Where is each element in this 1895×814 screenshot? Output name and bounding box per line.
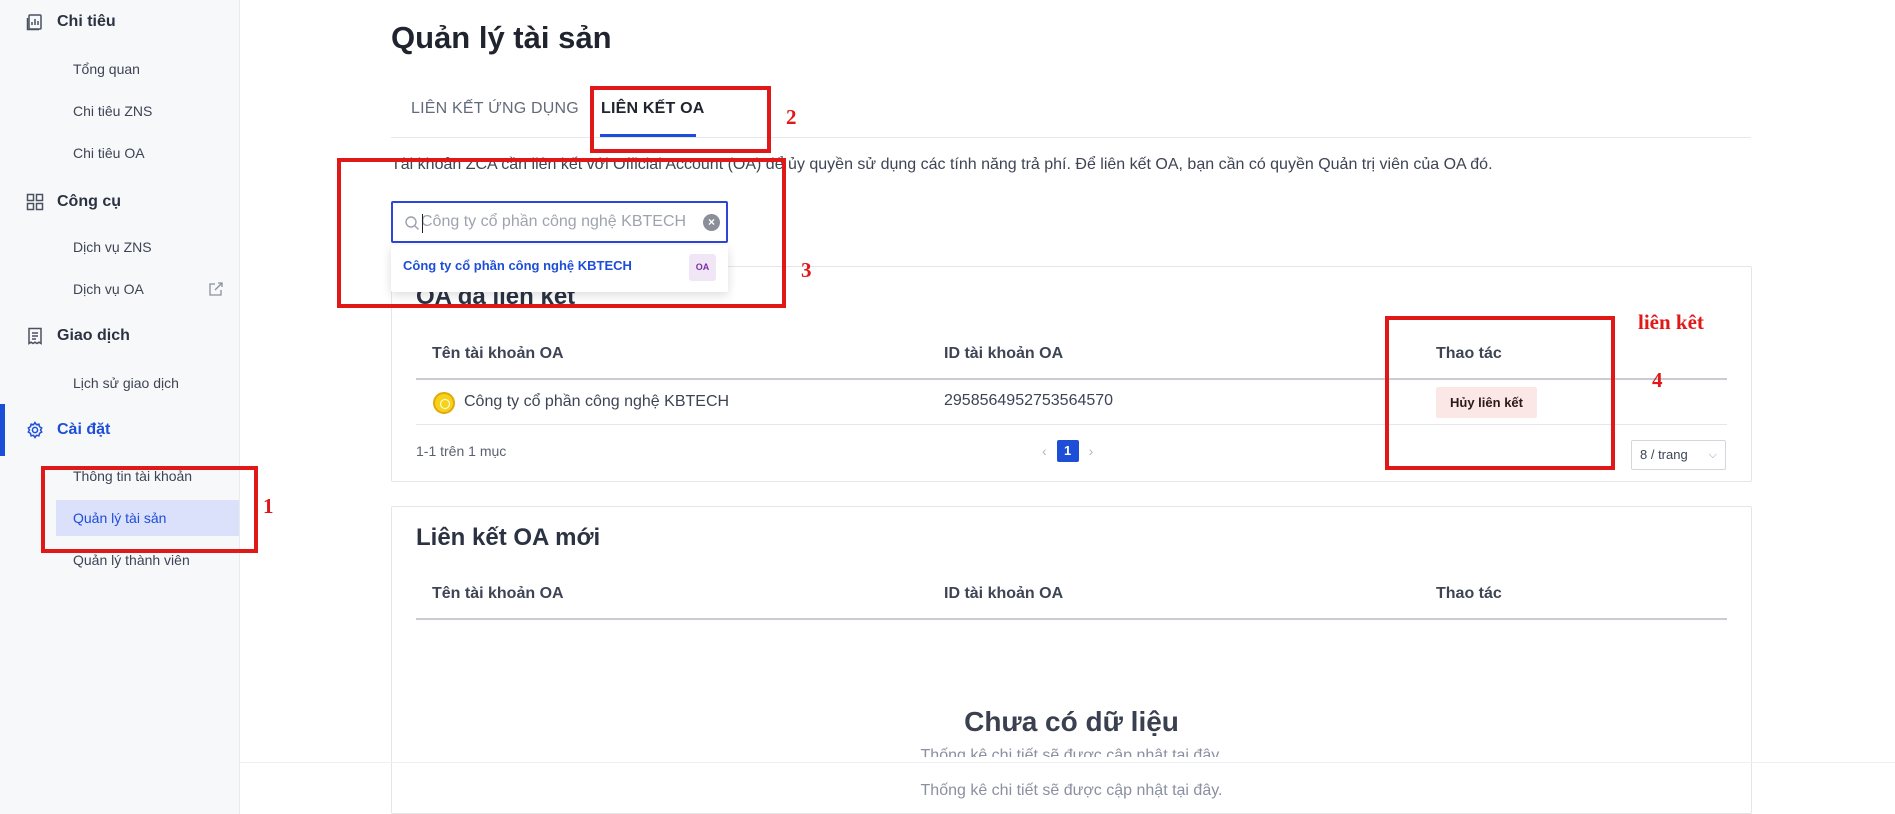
sidebar-item-label: Dịch vụ OA — [73, 281, 144, 297]
tab-app-link[interactable]: LIÊN KẾT ỨNG DỤNG — [411, 100, 579, 118]
column-header-actions: Thao tác — [1436, 585, 1502, 602]
annotation-number-1: 1 — [263, 494, 274, 518]
new-oa-link-card: Liên kết OA mới Tên tài khoản OA ID tài … — [391, 506, 1752, 814]
sidebar-item-oa-spending[interactable]: Chi tiêu OA — [56, 135, 240, 171]
table-header-divider — [416, 618, 1727, 620]
grid-icon — [26, 193, 44, 211]
column-header-oa-name: Tên tài khoản OA — [432, 345, 564, 362]
column-header-oa-id: ID tài khoản OA — [944, 345, 1064, 362]
page-title: Quản lý tài sản — [391, 20, 612, 55]
page-size-value: 8 / trang — [1640, 447, 1688, 462]
pagination: ‹ 1 › — [1042, 440, 1093, 462]
sidebar-group-label: Cài đặt — [57, 421, 111, 438]
app-root: Chi tiêu Tổng quan Chi tiêu ZNS Chi tiêu… — [0, 0, 1895, 814]
sidebar-item-zns-service[interactable]: Dịch vụ ZNS — [56, 229, 240, 265]
annotation-number-3: 3 — [801, 258, 812, 282]
sidebar-group-label: Chi tiêu — [57, 13, 116, 30]
oa-id-cell: 2958564952753564570 — [944, 392, 1114, 409]
empty-state-subtitle: Thống kê chi tiết sẽ được cập nhật tại đ… — [920, 782, 1223, 799]
sidebar-item-overview[interactable]: Tổng quan — [56, 51, 240, 87]
oa-name-cell: Công ty cổ phần công nghệ KBTECH — [464, 393, 730, 410]
sidebar-group-label: Công cụ — [57, 193, 121, 210]
sidebar-item-oa-service[interactable]: Dịch vụ OA — [56, 271, 240, 307]
gear-icon — [27, 421, 43, 439]
column-header-oa-name: Tên tài khoản OA — [432, 585, 564, 602]
sidebar-group-transactions[interactable]: Giao dịch — [0, 316, 240, 356]
chevron-down-icon: ⌵ — [1708, 449, 1717, 461]
external-link-icon — [209, 282, 223, 296]
page-size-select[interactable]: 8 / trang ⌵ — [1631, 440, 1726, 470]
empty-state-title: Chưa có dữ liệu — [964, 706, 1179, 737]
page-number-current[interactable]: 1 — [1056, 440, 1079, 462]
prev-page-icon[interactable]: ‹ — [1042, 443, 1047, 459]
report-icon — [26, 14, 42, 31]
annotation-number-4: 4 — [1652, 368, 1663, 392]
next-page-icon[interactable]: › — [1089, 443, 1094, 459]
sidebar-group-settings[interactable]: Cài đặt — [0, 404, 240, 456]
divider — [240, 762, 1895, 763]
column-header-oa-id: ID tài khoản OA — [944, 585, 1064, 602]
sidebar-item-zns-spending[interactable]: Chi tiêu ZNS — [56, 93, 240, 129]
sidebar-group-label: Giao dịch — [57, 327, 130, 344]
annotation-box-3 — [337, 158, 786, 308]
sidebar-group-tools[interactable]: Công cụ — [0, 182, 240, 222]
pagination-count: 1-1 trên 1 mục — [416, 443, 507, 459]
sidebar: Chi tiêu Tổng quan Chi tiêu ZNS Chi tiêu… — [0, 0, 240, 814]
annotation-number-2: 2 — [786, 105, 797, 129]
annotation-box-4 — [1385, 316, 1615, 470]
card-title: Liên kết OA mới — [416, 524, 601, 551]
receipt-icon — [28, 327, 42, 345]
sidebar-item-transaction-history[interactable]: Lịch sử giao dịch — [56, 365, 240, 401]
oa-avatar — [433, 392, 455, 414]
sidebar-group-spending[interactable]: Chi tiêu — [0, 2, 240, 42]
annotation-box-1 — [41, 466, 258, 553]
empty-state-subtitle-clipped: Thống kê chi tiết sẽ được cập nhật tại đ… — [920, 747, 1223, 757]
annotation-note: liên kêt — [1638, 310, 1704, 334]
annotation-box-2 — [590, 86, 771, 153]
